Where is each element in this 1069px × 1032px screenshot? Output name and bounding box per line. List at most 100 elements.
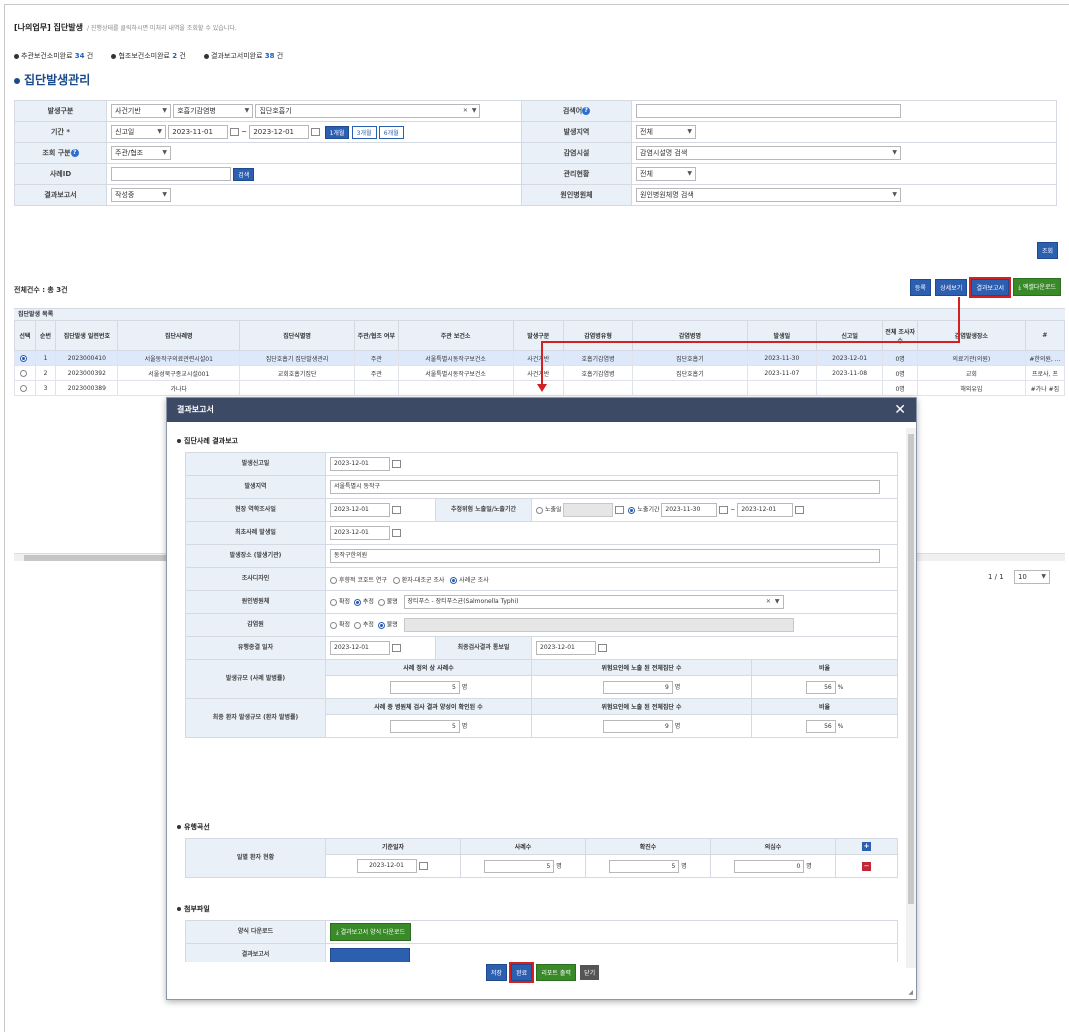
pathogen-confirmed-radio[interactable] <box>330 598 337 606</box>
exposure-period-radio[interactable] <box>628 506 636 514</box>
place-input[interactable]: 동작구한의원 <box>330 549 880 563</box>
source-estimated-radio[interactable] <box>353 621 361 629</box>
period-type-select[interactable]: 신고일 ▼ <box>111 125 166 139</box>
date-from-input[interactable]: 2023-11-01 <box>168 125 229 139</box>
calendar-icon[interactable] <box>392 644 401 652</box>
detail-button[interactable]: 상세보기 <box>935 278 968 296</box>
scale-exposed-input[interactable]: 9 <box>602 680 673 694</box>
calendar-icon[interactable] <box>418 862 428 870</box>
report-date-label: 발생신고일 <box>185 452 326 476</box>
section-heading: 첨부파일 <box>177 904 210 914</box>
page-title: [나의업무] 집단발생 <box>14 23 83 32</box>
period-6m-button[interactable]: 6개월 <box>378 125 404 139</box>
page-indicator: 1 / 1 <box>988 573 1004 581</box>
add-row-icon[interactable]: + <box>862 842 871 851</box>
pathogen-unknown-radio[interactable] <box>377 598 385 606</box>
form-download-button[interactable]: ⤓ 결과보고서 양식 다운로드 <box>330 923 412 941</box>
occur-type-select-3[interactable]: 집단호흡기 ▼ ✕ <box>255 104 481 118</box>
stat-item[interactable]: 협조보건소미완료 2 건 <box>111 52 186 60</box>
exposure-day-radio[interactable] <box>536 506 543 514</box>
region-select[interactable]: 전체 ▼ <box>636 125 696 139</box>
calendar-icon[interactable] <box>230 128 240 136</box>
view-type-select[interactable]: 주관/협조 ▼ <box>111 146 171 160</box>
source-unknown-radio[interactable] <box>377 621 385 629</box>
modal-scrollbar[interactable] <box>906 428 916 968</box>
row-select-radio[interactable] <box>20 384 28 392</box>
case-search-button[interactable]: 검색 <box>233 167 255 181</box>
final-cases-input[interactable]: 5 <box>389 719 460 733</box>
bullet-icon <box>111 53 117 59</box>
save-button[interactable]: 저장 <box>485 964 507 981</box>
register-button[interactable]: 등록 <box>909 278 931 296</box>
exposure-day-input[interactable] <box>563 503 614 517</box>
calendar-icon[interactable] <box>392 529 401 537</box>
calendar-icon[interactable] <box>598 644 607 652</box>
pathogen-select[interactable]: 원인병원체명 검색 ▼ <box>636 188 901 202</box>
table-row[interactable]: 2 2023000392 서울성북구종교시설001 교회호흡기집단 주관 서울특별시동작구… <box>14 365 1066 381</box>
final-ratio-input[interactable]: 56 <box>805 719 836 733</box>
exposure-from-input[interactable]: 2023-11-30 <box>661 503 718 517</box>
end-date-input[interactable]: 2023-12-01 <box>330 641 390 655</box>
stat-item[interactable]: 추관보건소미완료 34 건 <box>14 52 93 60</box>
page-size-select[interactable]: 10 ▼ <box>1013 570 1050 584</box>
occur-type-select-2[interactable]: 호흡기감염병 ▼ <box>173 104 254 118</box>
calendar-icon[interactable] <box>392 460 401 468</box>
case-id-input[interactable] <box>111 167 231 181</box>
table-row[interactable]: 1 2023000410 서울동작구의료관련시설01 집단호흡기 집단발생관리 주관 서울… <box>14 350 1066 366</box>
resize-handle-icon[interactable]: ◢ <box>908 989 913 996</box>
scale-cases-input[interactable]: 5 <box>389 680 460 694</box>
remove-row-icon[interactable]: − <box>862 861 871 871</box>
first-case-input[interactable]: 2023-12-01 <box>330 526 390 540</box>
pathogen-select[interactable]: 장티푸스 - 장티푸스균(Salmonella Typhi) ▼ ✕ <box>403 595 784 609</box>
facility-select[interactable]: 감염시설명 검색 ▼ <box>636 146 901 160</box>
complete-button[interactable]: 완료 <box>509 962 535 983</box>
calendar-icon[interactable] <box>392 506 401 514</box>
help-icon[interactable]: ? <box>582 107 591 115</box>
annotation-line <box>541 341 543 386</box>
exposure-to-input[interactable]: 2023-12-01 <box>737 503 794 517</box>
close-icon[interactable]: ✕ <box>894 398 906 422</box>
final-exposed-input[interactable]: 9 <box>602 719 673 733</box>
row-select-radio[interactable] <box>20 369 28 377</box>
period-1m-button[interactable]: 1개월 <box>324 125 350 139</box>
calendar-icon[interactable] <box>311 128 321 136</box>
period-label: 기간 * <box>14 121 107 143</box>
end-date-label: 유행종결 일자 <box>185 636 326 660</box>
curve-date-input[interactable]: 2023-12-01 <box>356 859 417 873</box>
design-radio-1[interactable] <box>330 576 337 584</box>
source-confirmed-radio[interactable] <box>330 621 337 629</box>
close-button[interactable]: 닫기 <box>580 965 600 980</box>
calendar-icon[interactable] <box>719 506 729 514</box>
report-status-select[interactable]: 작성중 ▼ <box>111 188 171 202</box>
date-to-input[interactable]: 2023-12-01 <box>249 125 310 139</box>
curve-suspected-input[interactable]: 0 <box>734 859 805 873</box>
row-select-radio[interactable] <box>20 354 28 362</box>
print-report-button[interactable]: 리포트 출력 <box>536 964 576 981</box>
scroll-thumb[interactable] <box>908 434 914 904</box>
design-radio-2[interactable] <box>392 576 400 584</box>
final-result-input[interactable]: 2023-12-01 <box>536 641 596 655</box>
scale-ratio-input[interactable]: 56 <box>805 680 836 694</box>
lookup-button[interactable]: 조회 <box>1037 242 1059 259</box>
curve-cases-input[interactable]: 5 <box>484 859 555 873</box>
bullet-icon <box>204 53 209 59</box>
mgmt-select[interactable]: 전체 ▼ <box>636 167 696 181</box>
calendar-icon[interactable] <box>615 506 625 514</box>
region-label: 발생지역 <box>185 475 326 499</box>
report-button[interactable]: 결과보고서 <box>969 276 1012 298</box>
field-survey-input[interactable]: 2023-12-01 <box>330 503 390 517</box>
region-input[interactable]: 서울특별시 동작구 <box>330 480 880 494</box>
design-radio-3[interactable] <box>450 576 458 584</box>
curve-confirmed-input[interactable]: 5 <box>609 859 680 873</box>
report-date-input[interactable]: 2023-12-01 <box>330 457 390 471</box>
stat-item[interactable]: 결과보고서미완료 38 건 <box>204 52 283 60</box>
period-3m-button[interactable]: 3개월 <box>351 125 377 139</box>
pathogen-estimated-radio[interactable] <box>353 598 361 606</box>
excel-download-button[interactable]: ⤓ 엑셀다운로드 <box>1013 278 1061 296</box>
help-icon[interactable]: ? <box>70 149 79 157</box>
file-upload-button[interactable] <box>330 947 410 962</box>
occur-type-select-1[interactable]: 사건기반 ▼ <box>111 104 171 118</box>
calendar-icon[interactable] <box>795 506 805 514</box>
keyword-input[interactable] <box>636 104 901 118</box>
section-title: 집단발생관리 <box>14 71 90 88</box>
